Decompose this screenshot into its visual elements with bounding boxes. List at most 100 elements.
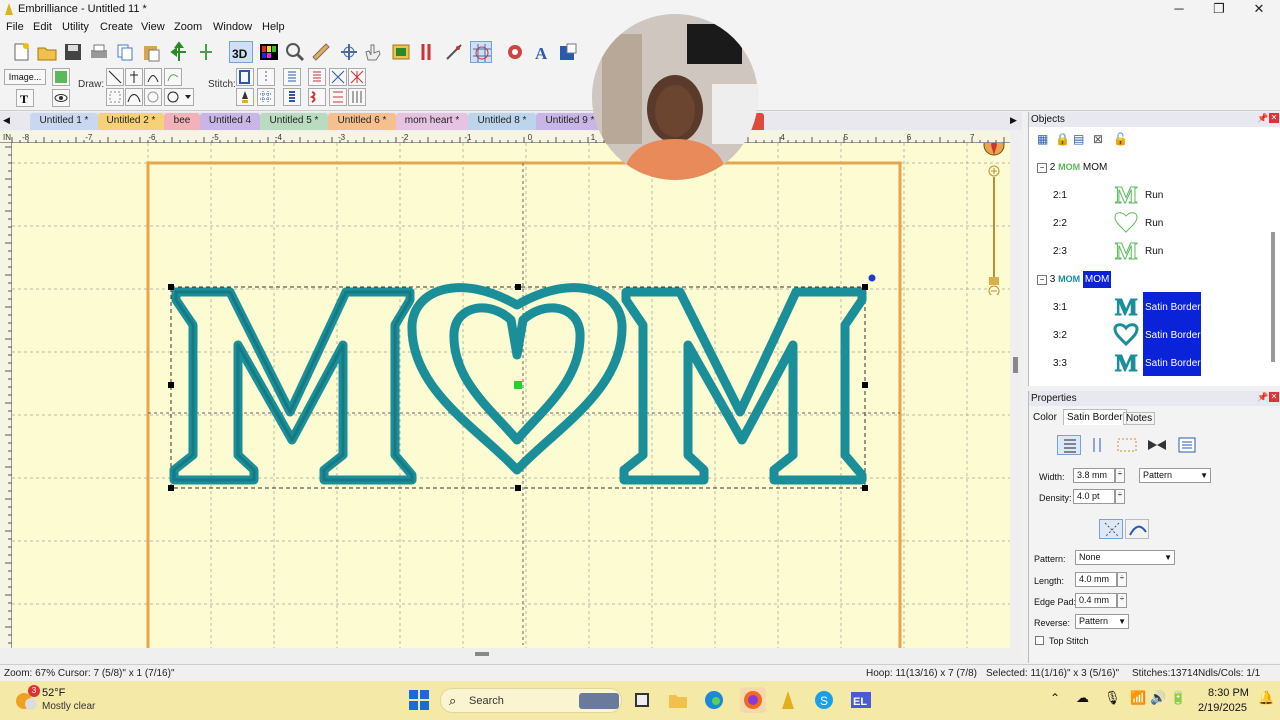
- satin-style-2-icon[interactable]: [1085, 435, 1109, 455]
- object-row-2-3[interactable]: 2:3: [1053, 246, 1067, 257]
- save-icon[interactable]: [62, 41, 84, 63]
- menu-help[interactable]: Help: [262, 21, 285, 33]
- design-canvas[interactable]: N: [12, 143, 1010, 648]
- letter-heart-o[interactable]: [407, 283, 627, 475]
- edge-pad-input[interactable]: 0.4 mm: [1075, 593, 1117, 608]
- measure-icon[interactable]: [310, 41, 332, 63]
- vertical-scrollbar[interactable]: [1010, 131, 1022, 648]
- weather-temp[interactable]: 52°F: [42, 687, 65, 699]
- grid-toggle-button[interactable]: [470, 41, 492, 63]
- tab-untitled-8[interactable]: Untitled 8 *: [468, 113, 536, 130]
- volume-icon[interactable]: 🔊: [1150, 690, 1166, 706]
- settings-icon[interactable]: [504, 41, 526, 63]
- tab-untitled-5[interactable]: Untitled 5 *: [260, 113, 328, 130]
- delete-icon[interactable]: ⊠: [1093, 132, 1103, 146]
- tab-scroll-left-icon[interactable]: ◀: [3, 115, 10, 126]
- paste-icon[interactable]: [140, 41, 162, 63]
- skype-icon[interactable]: S: [814, 690, 834, 710]
- tab-satin-border[interactable]: Satin Border: [1063, 409, 1127, 425]
- properties-pin-icon[interactable]: 📌: [1257, 392, 1268, 403]
- wifi-icon[interactable]: 📶: [1130, 690, 1146, 706]
- stitch-wave-icon[interactable]: [308, 88, 326, 106]
- text-button-icon[interactable]: T: [16, 89, 34, 107]
- properties-close-icon[interactable]: ✕: [1269, 392, 1279, 402]
- firefox-icon[interactable]: [740, 687, 766, 713]
- length-input[interactable]: 4.0 mm: [1075, 572, 1117, 587]
- needle-icon[interactable]: [443, 41, 465, 63]
- menu-utility[interactable]: Utility: [62, 21, 89, 33]
- cross-stitch-icon[interactable]: [1099, 519, 1123, 539]
- bezier-tool-icon[interactable]: [125, 88, 143, 106]
- hoop-icon[interactable]: [338, 41, 360, 63]
- tray-expand-icon[interactable]: ⌃: [1050, 691, 1060, 705]
- stitch-grid-icon[interactable]: [257, 88, 275, 106]
- eye-icon[interactable]: [52, 89, 70, 107]
- object-group-2[interactable]: − 2 MOM MOM: [1037, 162, 1107, 173]
- stitch-crosshatch-icon[interactable]: [348, 68, 366, 86]
- text-tool-icon[interactable]: A: [531, 41, 553, 63]
- file-explorer-icon[interactable]: [668, 690, 688, 710]
- width-mode-select[interactable]: Pattern ▼: [1139, 468, 1211, 483]
- shape-tool-icon[interactable]: [144, 88, 162, 106]
- zoom-icon[interactable]: [284, 41, 306, 63]
- new-file-icon[interactable]: [10, 41, 32, 63]
- object-group-3[interactable]: − 3 MOM MOM: [1037, 271, 1112, 288]
- thread-icon[interactable]: [415, 41, 437, 63]
- tab-untitled-2[interactable]: Untitled 2 *: [98, 113, 164, 130]
- clock-date[interactable]: 2/19/2025: [1198, 702, 1247, 714]
- stitch-pen-icon[interactable]: [236, 88, 254, 106]
- edge-icon[interactable]: [704, 690, 724, 710]
- weather-desc[interactable]: Mostly clear: [42, 701, 95, 712]
- task-view-icon[interactable]: [632, 690, 652, 710]
- search-box[interactable]: ⌕ Search: [440, 688, 622, 713]
- top-stitch-checkbox[interactable]: [1035, 636, 1044, 645]
- object-row-2-1[interactable]: 2:1: [1053, 190, 1067, 201]
- unlock-icon[interactable]: 🔓: [1113, 132, 1128, 146]
- point-tool-icon[interactable]: [125, 68, 143, 86]
- stack-icon[interactable]: ▤: [1073, 132, 1084, 146]
- line-tool-icon[interactable]: [106, 68, 124, 86]
- minimize-button[interactable]: ─: [1164, 1, 1194, 17]
- export-icon[interactable]: [557, 41, 579, 63]
- weather-icon[interactable]: 3: [14, 685, 40, 713]
- object-row-3-2[interactable]: 3:2: [1053, 330, 1067, 341]
- vertical-scroll-thumb[interactable]: [1013, 357, 1018, 373]
- tab-untitled-4[interactable]: Untitled 4: [200, 113, 260, 130]
- tab-scroll-right-icon[interactable]: ▶: [1010, 115, 1017, 126]
- menu-file[interactable]: File: [6, 21, 24, 33]
- flip-icon[interactable]: [168, 41, 190, 63]
- print-icon[interactable]: [88, 41, 110, 63]
- microphone-icon[interactable]: 🎙: [1104, 690, 1121, 706]
- stitch-applique-icon[interactable]: [308, 68, 326, 86]
- tab-untitled-1[interactable]: Untitled 1 *: [30, 113, 98, 130]
- compass-icon[interactable]: N: [982, 143, 1006, 157]
- lock-icon[interactable]: 🔒: [1055, 132, 1070, 146]
- rect-select-icon[interactable]: [106, 88, 124, 106]
- panel-close-icon[interactable]: ✕: [1269, 113, 1279, 123]
- onedrive-icon[interactable]: ☁: [1076, 690, 1089, 706]
- tab-notes[interactable]: Notes: [1123, 412, 1156, 425]
- pin-icon[interactable]: 📌: [1257, 113, 1268, 124]
- menu-window[interactable]: Window: [213, 21, 252, 33]
- stitch-satin-icon[interactable]: [283, 68, 301, 86]
- group-icon[interactable]: ▦: [1037, 132, 1048, 146]
- tab-untitled-6[interactable]: Untitled 6 *: [328, 113, 396, 130]
- rotate-handle[interactable]: [868, 274, 876, 282]
- rotate-icon[interactable]: [195, 41, 217, 63]
- horizontal-scrollbar[interactable]: [0, 648, 1022, 662]
- letter-m-right[interactable]: [619, 287, 867, 485]
- objects-scrollbar[interactable]: [1271, 232, 1275, 362]
- maximize-button[interactable]: ❐: [1204, 1, 1234, 17]
- width-stepper[interactable]: ÷: [1115, 468, 1125, 483]
- arc-tool-icon[interactable]: [144, 68, 162, 86]
- menu-zoom[interactable]: Zoom: [174, 21, 202, 33]
- image-button[interactable]: Image...: [4, 69, 46, 85]
- copy-icon[interactable]: [114, 41, 136, 63]
- 3d-view-button[interactable]: 3D: [229, 41, 253, 63]
- hand-tool-icon[interactable]: [362, 41, 384, 63]
- edge-pad-stepper[interactable]: ÷: [1117, 593, 1127, 608]
- embrilliance-taskbar-icon[interactable]: [778, 690, 798, 710]
- density-stepper[interactable]: ÷: [1115, 489, 1125, 504]
- stitch-outline-icon[interactable]: [236, 68, 254, 86]
- stitch-column-icon[interactable]: [283, 88, 301, 106]
